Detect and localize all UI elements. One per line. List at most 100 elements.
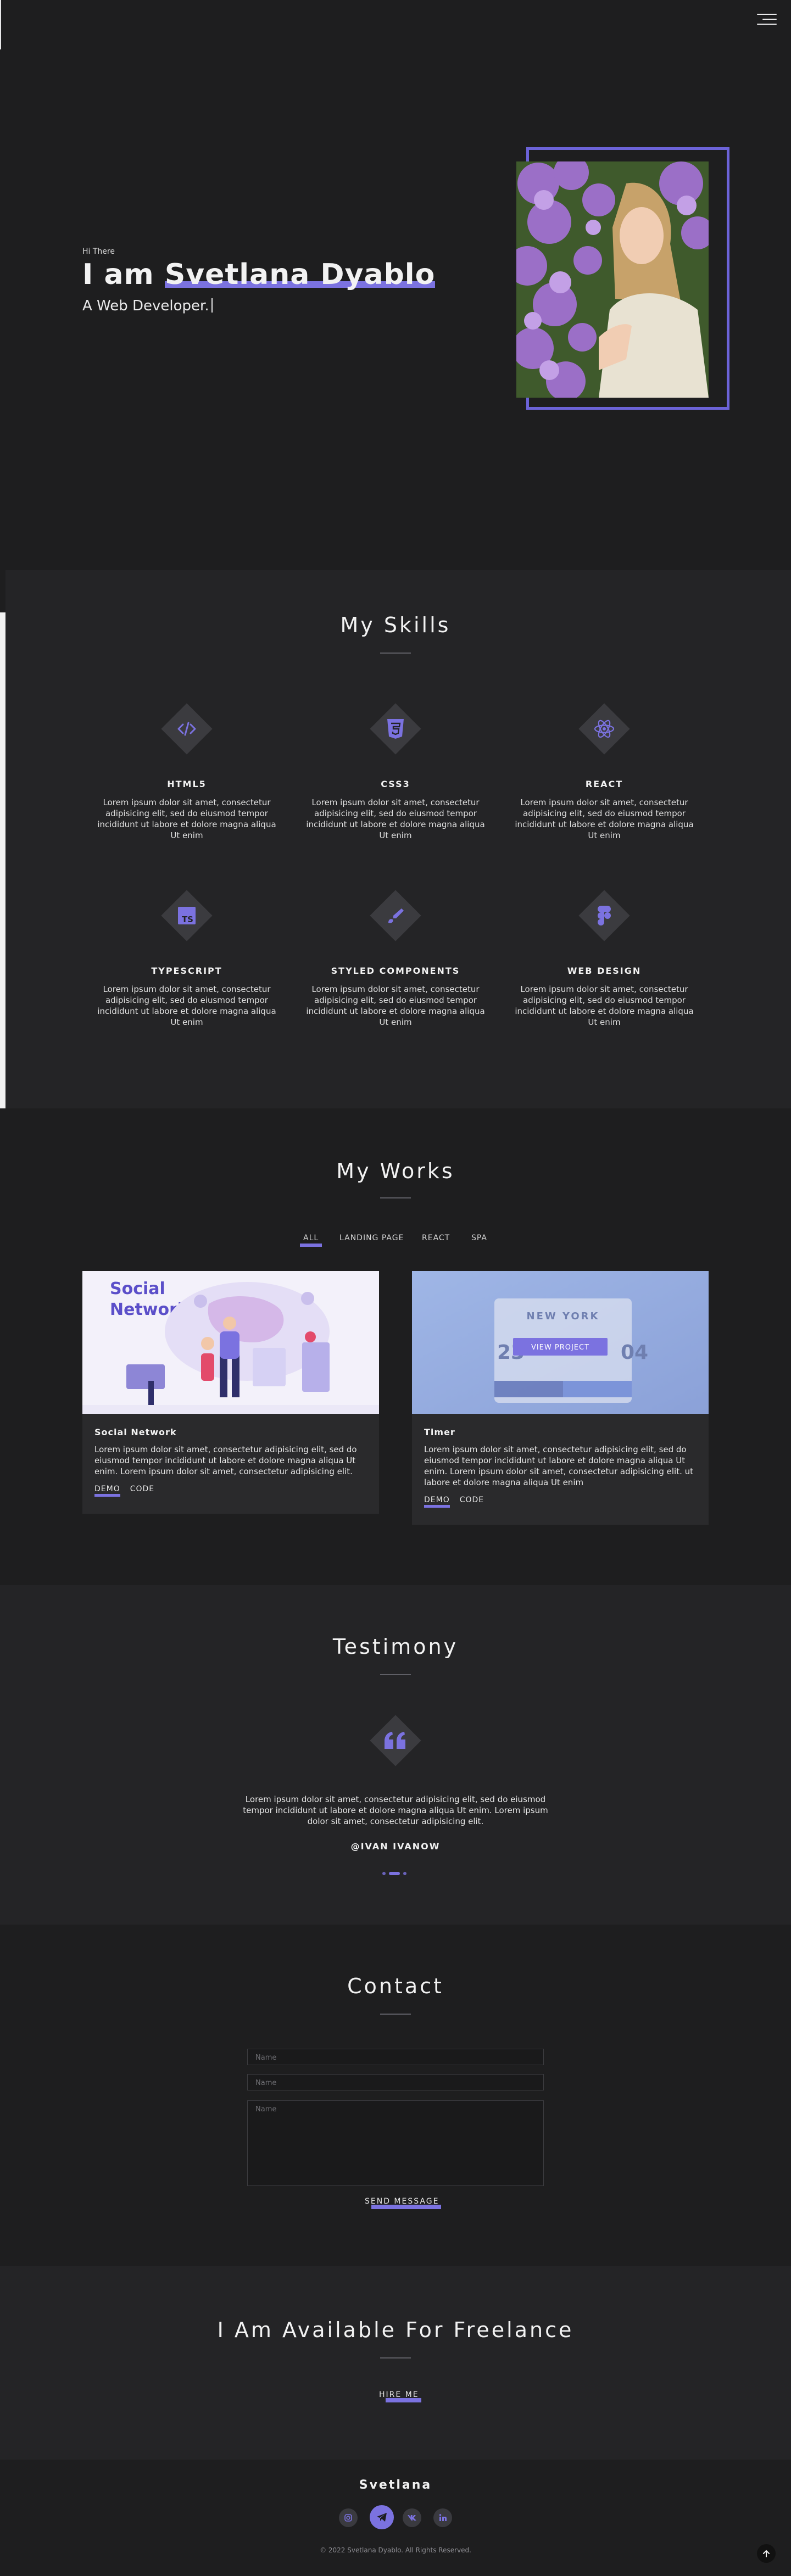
skill-react: REACT Lorem ipsum dolor sit amet, consec… <box>514 699 695 841</box>
work-card-timer: NEW YORK 23 04 VIEW PROJECT Timer Lorem … <box>412 1271 709 1525</box>
code-link[interactable]: CODE <box>130 1485 154 1493</box>
skill-badge <box>157 699 217 759</box>
contact-title-rule <box>380 2014 411 2015</box>
work-description: Lorem ipsum dolor sit amet, consectetur … <box>424 1445 694 1487</box>
thumb-title-1: Social <box>110 1279 165 1298</box>
telegram-icon[interactable] <box>370 2505 394 2529</box>
works-title-rule <box>380 1197 411 1198</box>
slider-dot[interactable] <box>382 1872 386 1875</box>
arrow-up-icon <box>763 2550 770 2557</box>
css3-icon <box>365 699 426 759</box>
hero-title: I am Svetlana Dyablo <box>82 258 435 291</box>
vk-icon[interactable] <box>403 2508 421 2527</box>
left-edge-line <box>0 0 1 49</box>
hero-role-text: A Web Developer. <box>82 298 209 314</box>
figma-icon <box>574 885 634 946</box>
work-thumbnail[interactable]: Social Network <box>82 1271 379 1414</box>
view-project-button[interactable]: VIEW PROJECT <box>531 1343 589 1352</box>
skill-text: Lorem ipsum dolor sit amet, consectetur … <box>515 798 694 840</box>
freelance-title: I Am Available For Freelance <box>217 2318 574 2342</box>
send-message-label: SEND MESSAGE <box>365 2197 439 2206</box>
code-link[interactable]: CODE <box>460 1496 484 1504</box>
skills-title-rule <box>380 653 411 654</box>
freelance-title-rule <box>380 2357 411 2358</box>
skills-side-bar <box>0 612 5 1108</box>
demo-link[interactable]: DEMO <box>424 1496 450 1504</box>
skill-css3: CSS3 Lorem ipsum dolor sit amet, consect… <box>305 699 486 841</box>
work-title: Social Network <box>94 1427 177 1437</box>
skills-title: My Skills <box>340 613 451 637</box>
freelance-section <box>0 2266 791 2460</box>
hamburger-menu-icon[interactable] <box>757 14 777 28</box>
testimony-quote: Lorem ipsum dolor sit amet, consectetur … <box>243 1794 548 1826</box>
testimony-title-rule <box>380 1674 411 1675</box>
react-icon <box>574 699 634 759</box>
work-thumbnail[interactable]: NEW YORK 23 04 VIEW PROJECT <box>412 1271 709 1414</box>
skill-styled-components: STYLED COMPONENTS Lorem ipsum dolor sit … <box>305 885 486 1028</box>
hero-title-prefix: I am <box>82 258 165 291</box>
thumb-number-2: 04 <box>621 1341 648 1364</box>
testimony-badge <box>365 1710 426 1771</box>
hire-me-label: HIRE ME <box>379 2390 419 2399</box>
works-filters: ALL LANDING PAGE REACT SPA <box>297 1234 494 1250</box>
skill-web-design: WEB DESIGN Lorem ipsum dolor sit amet, c… <box>514 885 695 1028</box>
thumb-city: NEW YORK <box>527 1311 600 1322</box>
linkedin-icon[interactable] <box>433 2508 452 2527</box>
social-links <box>336 2505 455 2529</box>
filter-landing-page[interactable]: LANDING PAGE <box>339 1234 404 1242</box>
skill-typescript: TS TYPESCRIPT Lorem ipsum dolor sit amet… <box>96 885 277 1028</box>
works-title: My Works <box>336 1159 455 1183</box>
testimony-author: @IVAN IVANOW <box>350 1841 441 1852</box>
skill-text: Lorem ipsum dolor sit amet, consectetur … <box>97 798 276 840</box>
work-card-social-network: Social Network Social Network Lorem ipsu… <box>82 1271 379 1514</box>
instagram-icon[interactable] <box>339 2508 358 2527</box>
copyright: © 2022 Svetlana Dyablo. All Rights Reser… <box>320 2546 471 2554</box>
skill-text: Lorem ipsum dolor sit amet, consectetur … <box>515 984 694 1027</box>
skill-name: HTML5 <box>167 779 207 789</box>
contact-name-field[interactable]: Name <box>247 2049 544 2065</box>
filter-spa[interactable]: SPA <box>471 1234 487 1242</box>
skill-name: WEB DESIGN <box>567 966 642 976</box>
testimony-title: Testimony <box>332 1635 459 1659</box>
hero-greeting: Hi There <box>82 247 115 256</box>
typing-caret <box>211 298 213 313</box>
skill-text: Lorem ipsum dolor sit amet, consectetur … <box>306 798 485 840</box>
work-title: Timer <box>424 1427 455 1437</box>
scroll-to-top-button[interactable] <box>757 2544 776 2563</box>
hero-role: A Web Developer. <box>82 298 213 314</box>
quote-icon <box>365 1710 426 1771</box>
hero-name: Svetlana Dyablo <box>164 258 436 291</box>
skill-name: REACT <box>585 779 623 789</box>
skill-text: Lorem ipsum dolor sit amet, consectetur … <box>97 984 276 1027</box>
contact-message-field[interactable]: Name <box>247 2100 544 2186</box>
send-message-button[interactable]: SEND MESSAGE <box>365 2197 442 2209</box>
skill-name: CSS3 <box>381 779 410 789</box>
slider-dot[interactable] <box>403 1872 406 1875</box>
skill-name: TYPESCRIPT <box>151 966 222 976</box>
skill-badge <box>574 885 634 946</box>
skill-badge <box>365 885 426 946</box>
code-icon <box>157 699 217 759</box>
skill-html5: HTML5 Lorem ipsum dolor sit amet, consec… <box>96 699 277 841</box>
skill-badge <box>365 699 426 759</box>
demo-link[interactable]: DEMO <box>94 1485 120 1493</box>
contact-subject-field[interactable]: Name <box>247 2074 544 2090</box>
filter-all[interactable]: ALL <box>299 1234 322 1247</box>
profile-photo <box>516 161 709 398</box>
slider-dot-active[interactable] <box>389 1872 400 1875</box>
skill-badge <box>574 699 634 759</box>
skill-name: STYLED COMPONENTS <box>331 966 460 976</box>
contact-title: Contact <box>347 1974 444 1998</box>
slider-dots <box>382 1872 406 1876</box>
work-links: DEMO CODE <box>424 1496 709 1504</box>
footer-name: Svetlana <box>359 2478 432 2492</box>
skill-badge: TS <box>157 885 217 946</box>
filter-react[interactable]: REACT <box>422 1234 450 1242</box>
hire-me-button[interactable]: HIRE ME <box>379 2390 421 2402</box>
skill-text: Lorem ipsum dolor sit amet, consectetur … <box>306 984 485 1027</box>
svg-text:TS: TS <box>182 915 193 924</box>
typescript-icon: TS <box>157 885 217 946</box>
styled-components-icon <box>365 885 426 946</box>
work-links: DEMO CODE <box>94 1485 379 1493</box>
work-description: Lorem ipsum dolor sit amet, consectetur … <box>94 1445 357 1476</box>
